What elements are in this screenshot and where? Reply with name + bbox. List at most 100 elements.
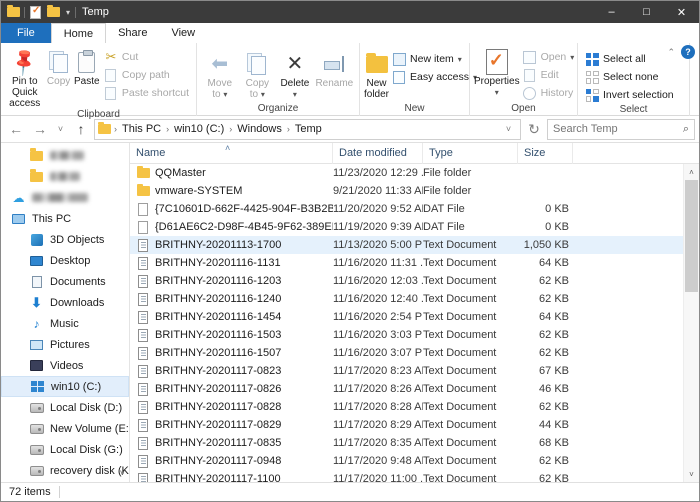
select-none-button[interactable]: Select none [582, 68, 677, 86]
table-row[interactable]: BRITHNY-20201117-094811/17/2020 9:48 AMT… [130, 452, 683, 470]
sidebar-item-music[interactable]: ♪ Music [1, 313, 129, 334]
table-row[interactable]: BRITHNY-20201117-082911/17/2020 8:29 AMT… [130, 416, 683, 434]
table-row[interactable]: BRITHNY-20201116-150711/16/2020 3:07 PMT… [130, 344, 683, 362]
search-input[interactable]: Search Temp [553, 123, 679, 135]
sidebar-scroll-caret-icon[interactable]: ˅ [120, 468, 125, 478]
new-item-caret-icon[interactable]: ▾ [458, 55, 462, 64]
open-button[interactable]: Open ▾ [520, 48, 578, 66]
table-row[interactable]: vmware-SYSTEM9/21/2020 11:33 AMFile fold… [130, 182, 683, 200]
invert-selection-button[interactable]: Invert selection [582, 86, 677, 104]
new-folder-icon[interactable] [46, 5, 61, 20]
sidebar-item-redacted-2[interactable] [1, 166, 129, 187]
sidebar-item-downloads[interactable]: ⬇ Downloads [1, 292, 129, 313]
3d-objects-icon [29, 234, 44, 246]
table-row[interactable]: {7C10601D-662F-4425-904F-B3B2BC43E6...11… [130, 200, 683, 218]
table-row[interactable]: BRITHNY-20201116-113111/16/2020 11:31 ..… [130, 254, 683, 272]
navigation-pane[interactable]: ☁ This PC 3D Objects Desktop Documents ⬇ [1, 143, 130, 482]
scrollbar-track[interactable] [684, 180, 699, 466]
sidebar-item-network-drive[interactable]: (\\1 [1, 481, 129, 482]
address-bar[interactable]: › This PC › win10 (C:) › Windows › Temp … [94, 119, 521, 140]
sidebar-item-this-pc[interactable]: This PC [1, 208, 129, 229]
search-icon[interactable]: ⌕ [683, 123, 689, 136]
up-button[interactable]: ↑ [70, 118, 92, 140]
sidebar-item-desktop[interactable]: Desktop [1, 250, 129, 271]
table-row[interactable]: BRITHNY-20201117-110011/17/2020 11:00 ..… [130, 470, 683, 482]
help-icon[interactable]: ? [681, 45, 695, 59]
breadcrumb-temp[interactable]: Temp [292, 123, 325, 135]
move-to-button[interactable]: ⬅ Move to ▾ [201, 48, 239, 100]
column-header-size[interactable]: Size [518, 143, 573, 164]
table-row[interactable]: {D61AE6C2-D98F-4B45-9F62-389EEBB27A...11… [130, 218, 683, 236]
properties-icon[interactable] [28, 5, 43, 20]
collapse-ribbon-icon[interactable]: ⌃ [667, 47, 675, 58]
search-box[interactable]: Search Temp ⌕ [547, 119, 695, 140]
column-header-type[interactable]: Type [423, 143, 518, 164]
customize-caret-icon[interactable]: ▾ [64, 8, 72, 17]
sidebar-item-redacted-1[interactable] [1, 145, 129, 166]
sidebar-item-documents[interactable]: Documents [1, 271, 129, 292]
breadcrumb-win10-c[interactable]: win10 (C:) [171, 123, 227, 135]
sidebar-item-recovery-disk-k[interactable]: recovery disk (K:) [1, 460, 129, 481]
column-header-date-modified[interactable]: Date modified [333, 143, 423, 164]
file-list-scrollbar[interactable]: ˄ ˅ [683, 164, 699, 482]
history-button[interactable]: History [520, 84, 578, 102]
breadcrumb-this-pc[interactable]: This PC [119, 123, 164, 135]
table-row[interactable]: QQMaster11/23/2020 12:29 ...File folder [130, 164, 683, 182]
sidebar-item-videos[interactable]: Videos [1, 355, 129, 376]
edit-button[interactable]: Edit [520, 66, 578, 84]
maximize-button[interactable]: □ [629, 1, 664, 23]
table-row[interactable]: BRITHNY-20201116-124011/16/2020 12:40 ..… [130, 290, 683, 308]
close-button[interactable]: ✕ [664, 1, 699, 23]
cut-button[interactable]: ✂ Cut [101, 48, 192, 66]
column-header-name[interactable]: Name ˄ [130, 143, 333, 164]
properties-caret-icon[interactable]: ▾ [495, 87, 499, 98]
properties-button[interactable]: Properties ▾ [474, 46, 520, 98]
new-item-button[interactable]: New item ▾ [389, 50, 480, 68]
rename-button[interactable]: Rename [314, 48, 355, 89]
open-caret-icon[interactable]: ▾ [570, 53, 574, 62]
breadcrumb-windows[interactable]: Windows [234, 123, 285, 135]
text-document-icon [136, 347, 150, 360]
easy-access-button[interactable]: Easy access ▾ [389, 68, 480, 86]
refresh-button[interactable]: ↻ [523, 118, 545, 140]
back-button[interactable]: ← [5, 118, 27, 140]
sidebar-item-onedrive[interactable]: ☁ [1, 187, 129, 208]
copy-button[interactable]: Copy [44, 46, 72, 87]
sidebar-item-pictures[interactable]: Pictures [1, 334, 129, 355]
table-row[interactable]: BRITHNY-20201113-170011/13/2020 5:00 PMT… [130, 236, 683, 254]
recent-locations-button[interactable]: ˅ [53, 118, 68, 140]
minimize-button[interactable]: – [594, 1, 629, 23]
forward-button[interactable]: → [29, 118, 51, 140]
paste-shortcut-button[interactable]: Paste shortcut [101, 84, 192, 102]
tab-home[interactable]: Home [51, 23, 106, 43]
paste-button[interactable]: Paste [73, 46, 101, 87]
new-folder-button[interactable]: New folder [364, 48, 389, 100]
scroll-down-button[interactable]: ˅ [684, 466, 699, 482]
delete-button[interactable]: ✕ Delete ▾ [276, 48, 314, 100]
tab-share[interactable]: Share [106, 23, 159, 43]
address-history-caret-icon[interactable]: ˅ [501, 118, 516, 140]
copy-to-button[interactable]: Copy to ▾ [239, 48, 277, 100]
sidebar-item-3d-objects[interactable]: 3D Objects [1, 229, 129, 250]
pin-to-quick-access-button[interactable]: 📌 Pin to Quick access [5, 46, 44, 109]
tab-file[interactable]: File [1, 23, 51, 43]
table-row[interactable]: BRITHNY-20201116-120311/16/2020 12:03 ..… [130, 272, 683, 290]
scrollbar-thumb[interactable] [685, 180, 698, 292]
table-row[interactable]: BRITHNY-20201117-083511/17/2020 8:35 AMT… [130, 434, 683, 452]
table-row[interactable]: BRITHNY-20201117-082611/17/2020 8:26 AMT… [130, 380, 683, 398]
table-row[interactable]: BRITHNY-20201117-082311/17/2020 8:23 AMT… [130, 362, 683, 380]
sidebar-item-win10-c[interactable]: win10 (C:) [1, 376, 129, 397]
delete-caret-icon[interactable]: ▾ [293, 89, 297, 100]
sidebar-item-new-volume-e[interactable]: New Volume (E:) [1, 418, 129, 439]
select-all-button[interactable]: Select all [582, 50, 677, 68]
table-row[interactable]: BRITHNY-20201116-145411/16/2020 2:54 PMT… [130, 308, 683, 326]
scroll-up-button[interactable]: ˄ [684, 164, 699, 180]
folder-icon[interactable] [6, 5, 21, 20]
sidebar-item-local-disk-g[interactable]: Local Disk (G:) [1, 439, 129, 460]
table-row[interactable]: BRITHNY-20201117-082811/17/2020 8:28 AMT… [130, 398, 683, 416]
drive-icon [29, 466, 44, 476]
sidebar-item-local-disk-d[interactable]: Local Disk (D:) [1, 397, 129, 418]
tab-view[interactable]: View [159, 23, 207, 43]
table-row[interactable]: BRITHNY-20201116-150311/16/2020 3:03 PMT… [130, 326, 683, 344]
copy-path-button[interactable]: Copy path [101, 66, 192, 84]
